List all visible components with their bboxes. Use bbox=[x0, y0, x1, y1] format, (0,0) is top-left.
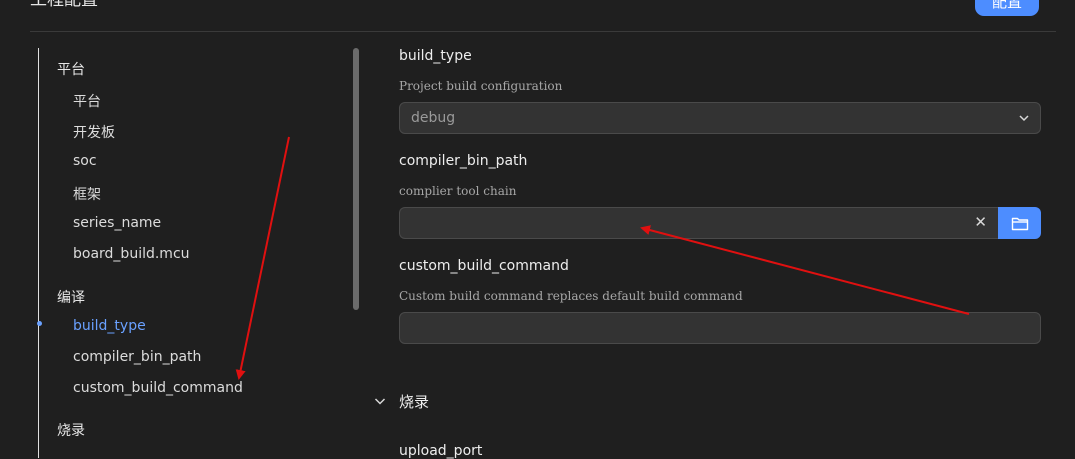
nav-item-series-name[interactable]: series_name bbox=[73, 215, 161, 231]
nav-item-custom-build-command[interactable]: custom_build_command bbox=[73, 380, 243, 396]
section-title-upload[interactable]: 烧录 bbox=[399, 391, 429, 412]
nav-item-soc[interactable]: soc bbox=[73, 153, 97, 169]
chevron-down-icon bbox=[1019, 115, 1029, 122]
active-indicator bbox=[37, 321, 42, 326]
browse-folder-button[interactable] bbox=[998, 207, 1041, 239]
nav-item-platform[interactable]: 平台 bbox=[73, 91, 101, 111]
field-desc-build-type: Project build configuration bbox=[399, 79, 563, 93]
nav-item-board[interactable]: 开发板 bbox=[73, 122, 115, 142]
annotation-arrow-left bbox=[235, 136, 290, 380]
field-desc-custom-build-command: Custom build command replaces default bu… bbox=[399, 289, 743, 303]
folder-icon bbox=[1011, 217, 1028, 230]
compiler-bin-path-input[interactable]: ✕ bbox=[399, 207, 999, 239]
custom-build-command-input[interactable] bbox=[399, 312, 1041, 344]
build-type-value: debug bbox=[411, 110, 456, 126]
build-type-select[interactable]: debug bbox=[399, 102, 1041, 134]
field-title-build-type: build_type bbox=[399, 48, 472, 64]
field-title-custom-build-command: custom_build_command bbox=[399, 258, 569, 274]
nav-group-platform[interactable]: 平台 bbox=[57, 59, 85, 79]
section-chevron-down-icon[interactable] bbox=[373, 394, 387, 408]
nav-tree-line bbox=[38, 48, 39, 458]
nav-item-framework[interactable]: 框架 bbox=[73, 184, 101, 204]
header-divider bbox=[30, 31, 1056, 32]
nav-item-compiler-bin-path[interactable]: compiler_bin_path bbox=[73, 349, 201, 365]
nav-item-board-build-mcu[interactable]: board_build.mcu bbox=[73, 246, 190, 262]
close-icon[interactable]: ✕ bbox=[974, 215, 987, 230]
field-title-upload-port: upload_port bbox=[399, 443, 483, 459]
field-desc-compiler-bin-path: complier tool chain bbox=[399, 184, 517, 198]
config-button[interactable]: 配置 bbox=[975, 0, 1039, 16]
nav-group-build[interactable]: 编译 bbox=[57, 287, 85, 307]
nav-item-build-type[interactable]: build_type bbox=[73, 318, 146, 334]
nav-group-upload[interactable]: 烧录 bbox=[57, 420, 85, 440]
page-title: 工程配置 bbox=[30, 0, 98, 10]
field-title-compiler-bin-path: compiler_bin_path bbox=[399, 153, 528, 169]
nav-scrollbar[interactable] bbox=[353, 48, 359, 310]
